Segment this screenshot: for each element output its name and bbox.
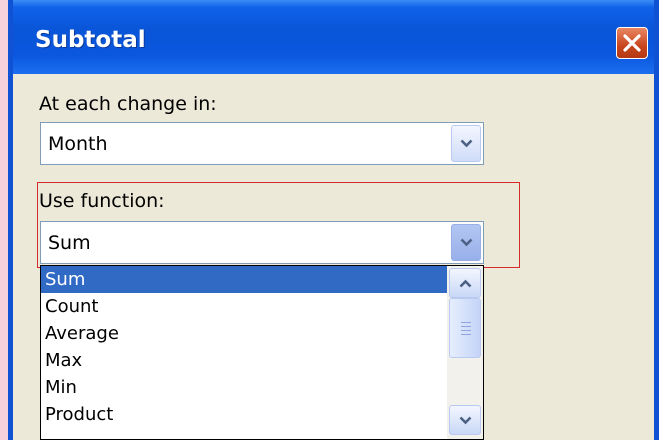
scroll-down-button[interactable]	[449, 405, 481, 435]
list-item[interactable]: Sum	[41, 266, 483, 293]
list-item[interactable]: Average	[41, 320, 483, 347]
change-in-dropdown[interactable]: Month	[40, 122, 484, 165]
change-in-dropdown-button[interactable]	[451, 125, 481, 162]
list-scrollbar[interactable]	[447, 266, 483, 439]
function-options-list[interactable]: Sum Count Average Max Min Product	[40, 265, 484, 440]
grip-line	[461, 334, 471, 335]
close-button[interactable]	[616, 27, 648, 59]
subtotal-dialog: Subtotal At each change in: Month Use fu…	[8, 0, 659, 440]
scroll-thumb[interactable]	[449, 298, 481, 358]
list-item[interactable]: Min	[41, 374, 483, 401]
close-x-icon	[623, 34, 641, 52]
scroll-up-button[interactable]	[449, 268, 481, 298]
chevron-down-icon	[459, 416, 472, 425]
chevron-down-icon	[460, 238, 473, 247]
title-bar[interactable]: Subtotal	[13, 0, 654, 74]
use-function-value: Sum	[48, 232, 91, 254]
chevron-down-icon	[460, 139, 473, 148]
list-item[interactable]: Max	[41, 347, 483, 374]
chevron-up-icon	[459, 279, 472, 288]
dialog-title: Subtotal	[35, 27, 146, 53]
grip-line	[461, 326, 471, 327]
grip-line	[461, 330, 471, 331]
list-item[interactable]: Product	[41, 401, 483, 428]
use-function-dropdown[interactable]: Sum	[40, 221, 484, 264]
change-in-value: Month	[48, 133, 108, 155]
use-function-label: Use function:	[39, 190, 165, 212]
change-in-label: At each change in:	[39, 93, 217, 115]
use-function-dropdown-button[interactable]	[451, 224, 481, 261]
grip-line	[461, 322, 471, 323]
list-item[interactable]: Count	[41, 293, 483, 320]
